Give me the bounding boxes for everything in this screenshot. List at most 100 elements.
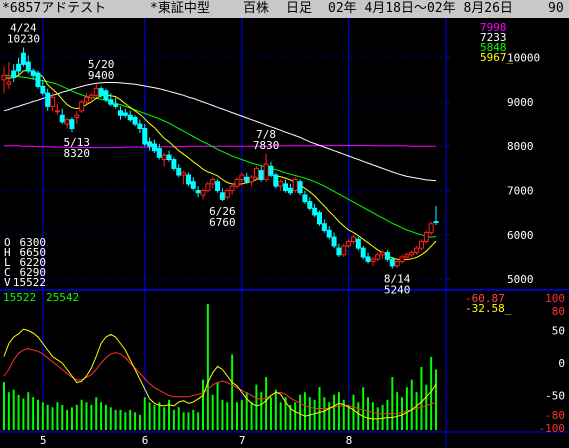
candle-body	[16, 63, 22, 72]
candle-body	[54, 110, 60, 113]
ma-long-line	[3, 82, 437, 182]
candle-body	[394, 260, 400, 267]
candle-body	[84, 97, 90, 103]
market-label: *東証中型	[150, 1, 210, 16]
volume-bar	[80, 399, 83, 430]
candle-body	[370, 258, 376, 262]
volume-bar	[100, 402, 103, 430]
candle-body	[302, 194, 308, 203]
candle-body	[234, 178, 240, 187]
candle-body	[181, 172, 187, 176]
volume-bar	[187, 412, 190, 430]
volume-bar	[138, 414, 141, 430]
candle-body	[268, 165, 274, 176]
candle-body	[307, 201, 313, 209]
volume-bar	[371, 402, 374, 430]
volume-bar	[269, 397, 272, 430]
volume-bar	[240, 399, 243, 430]
candle-body	[249, 176, 255, 183]
candle-body	[6, 81, 12, 85]
candle-body	[200, 190, 206, 196]
volume-bar	[323, 397, 326, 430]
volume-bar	[66, 409, 69, 430]
volume-bar	[148, 402, 151, 430]
candle-body	[317, 212, 323, 225]
candle-body	[350, 236, 356, 242]
candle-body	[122, 112, 128, 116]
osc-value-label-1: -32.58_	[465, 302, 512, 315]
volume-bar	[294, 402, 297, 430]
volume-bar	[386, 399, 389, 430]
candle-body	[273, 174, 279, 187]
volume-bar	[17, 394, 20, 430]
candle-body	[98, 88, 104, 96]
volume-bar	[197, 412, 200, 430]
candle-body	[244, 176, 250, 183]
annotation-price-0: 10230	[7, 32, 40, 45]
candle-body	[312, 207, 318, 216]
candle-body	[93, 88, 99, 96]
volume-bar	[352, 394, 355, 430]
candle-body	[127, 114, 133, 121]
volume-bar	[274, 389, 277, 430]
candle-body	[113, 103, 119, 107]
candle-body	[132, 116, 138, 125]
candle-body	[292, 178, 298, 192]
volume-bar	[425, 384, 428, 430]
candle-body	[297, 181, 303, 194]
volume-bar	[90, 404, 93, 430]
volume-bar	[333, 394, 336, 430]
candle-body	[151, 143, 157, 152]
volume-bar	[56, 402, 59, 430]
volume-bar	[299, 394, 302, 430]
candle-body	[219, 192, 225, 200]
volume-bar	[85, 402, 88, 430]
candle-body	[59, 114, 65, 123]
candle-body	[156, 147, 162, 158]
x-tick-label-1: 6	[142, 434, 149, 447]
oscillator-yellow-line	[3, 328, 437, 420]
volume-bar	[211, 394, 214, 430]
candle-body	[161, 154, 167, 161]
volume-bar	[226, 402, 229, 430]
volume-bar	[153, 404, 156, 430]
candle-body	[418, 240, 424, 249]
volume-bar	[22, 398, 25, 430]
day-count: 90	[548, 1, 564, 16]
volume-bar	[396, 392, 399, 430]
volume-bar	[134, 412, 137, 430]
price-tick-label-3: 8000	[507, 140, 534, 153]
candle-body	[40, 85, 46, 94]
candle-body	[45, 92, 51, 107]
candle-body	[25, 61, 31, 72]
candle-body	[69, 119, 75, 130]
volume-bar	[95, 397, 98, 430]
osc-tick-label-0: 100	[545, 292, 565, 305]
volume-bar	[313, 399, 316, 430]
candle-body	[1, 74, 7, 81]
candle-body	[35, 72, 41, 87]
candle-body	[355, 238, 361, 249]
candle-body	[74, 114, 80, 118]
candle-body	[11, 70, 17, 79]
volume-bar	[391, 377, 394, 430]
annotation-price-2: 8320	[64, 147, 91, 160]
volume-bar	[114, 409, 117, 430]
candle-body	[389, 258, 395, 267]
candle-body	[185, 174, 191, 185]
volume-bar	[347, 404, 350, 430]
candle-body	[341, 245, 347, 256]
volume-bar	[206, 304, 209, 430]
volume-bar	[308, 397, 311, 430]
x-tick-label-0: 5	[40, 434, 47, 447]
volume-bar	[410, 379, 413, 430]
unit-label: 百株	[243, 1, 270, 16]
osc-tick-label-5: -80	[545, 409, 565, 422]
annotation-price-5: 5240	[384, 284, 411, 297]
candle-body	[103, 90, 109, 101]
candle-body	[88, 94, 94, 99]
candle-body	[404, 254, 410, 258]
x-tick-label-3: 8	[346, 434, 353, 447]
volume-bar	[46, 404, 49, 430]
ma-short-line	[3, 69, 437, 261]
